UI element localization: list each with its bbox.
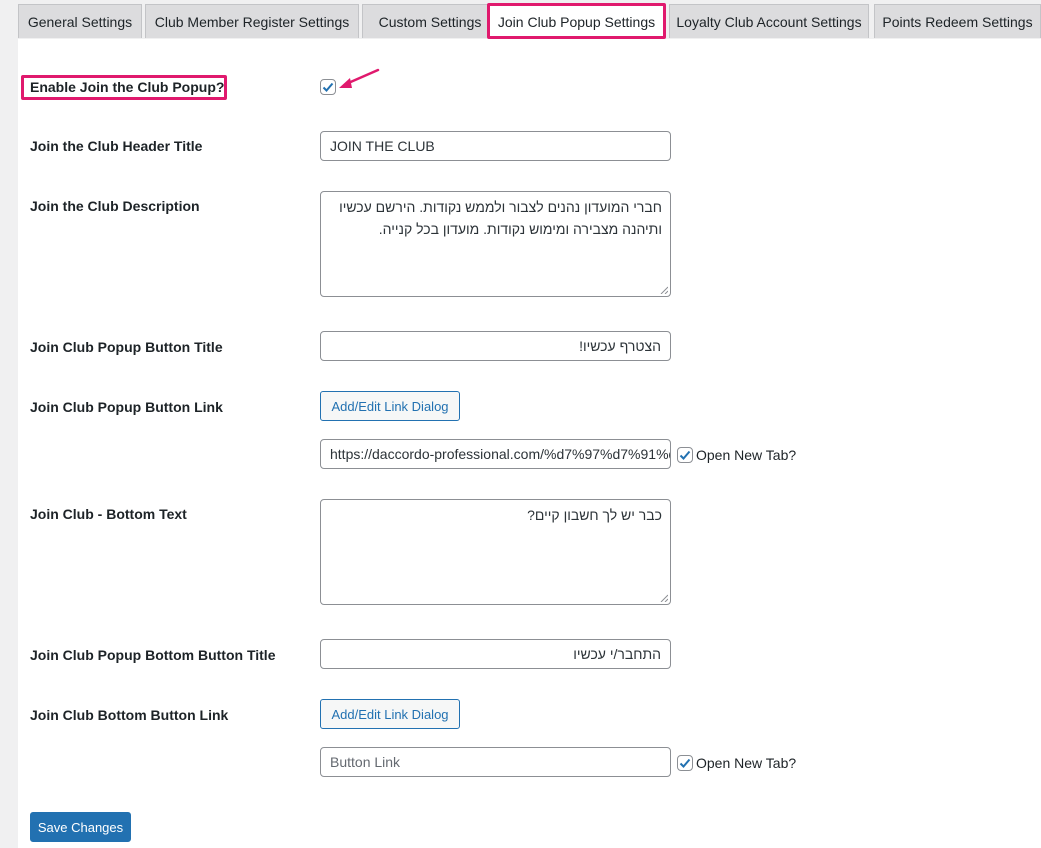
bottom-open-new-tab-checkbox[interactable]: [677, 755, 693, 771]
bottom-button-link-label: Join Club Bottom Button Link: [30, 707, 229, 723]
pointer-arrow-icon: [339, 68, 380, 88]
tab-points-redeem-settings[interactable]: Points Redeem Settings: [874, 4, 1041, 38]
header-title-label: Join the Club Header Title: [30, 138, 203, 154]
save-changes-button[interactable]: Save Changes: [30, 812, 131, 842]
tab-custom-settings[interactable]: Custom Settings: [362, 4, 498, 38]
description-textarea[interactable]: חברי המועדון נהנים לצבור ולממש נקודות. ה…: [320, 191, 671, 297]
description-text: חברי המועדון נהנים לצבור ולממש נקודות. ה…: [339, 199, 662, 237]
checkmark-icon: [322, 82, 334, 92]
enable-popup-checkbox[interactable]: [320, 79, 336, 95]
resize-handle-icon[interactable]: [660, 286, 668, 294]
popup-button-title-label: Join Club Popup Button Title: [30, 339, 223, 355]
tab-general-settings[interactable]: General Settings: [18, 4, 142, 38]
tab-join-club-popup-settings[interactable]: Join Club Popup Settings: [489, 4, 664, 39]
bottom-text-value: כבר יש לך חשבון קיים?: [527, 507, 662, 523]
bottom-open-new-tab[interactable]: Open New Tab?: [677, 755, 796, 771]
enable-popup-label: Enable Join the Club Popup?: [30, 79, 225, 95]
tab-loyalty-club-account-settings[interactable]: Loyalty Club Account Settings: [669, 4, 869, 38]
popup-button-link-label: Join Club Popup Button Link: [30, 399, 223, 415]
bottom-open-new-tab-label: Open New Tab?: [696, 755, 797, 771]
bottom-button-link-input[interactable]: Button Link: [320, 747, 671, 777]
popup-link-dialog-button[interactable]: Add/Edit Link Dialog: [320, 391, 460, 421]
bottom-text-textarea[interactable]: כבר יש לך חשבון קיים?: [320, 499, 671, 605]
bottom-button-title-label: Join Club Popup Bottom Button Title: [30, 647, 276, 663]
description-label: Join the Club Description: [30, 198, 200, 214]
checkmark-icon: [679, 450, 691, 460]
resize-handle-icon[interactable]: [660, 594, 668, 602]
popup-button-title-input[interactable]: הצטרף עכשיו!: [320, 331, 671, 361]
bottom-link-dialog-button[interactable]: Add/Edit Link Dialog: [320, 699, 460, 729]
popup-open-new-tab-checkbox[interactable]: [677, 447, 693, 463]
bottom-text-label: Join Club - Bottom Text: [30, 506, 187, 522]
settings-tabs: General Settings Club Member Register Se…: [18, 0, 1041, 40]
popup-open-new-tab[interactable]: Open New Tab?: [677, 447, 796, 463]
header-title-input[interactable]: JOIN THE CLUB: [320, 131, 671, 161]
bottom-button-title-input[interactable]: התחבר/י עכשיו: [320, 639, 671, 669]
popup-button-link-input[interactable]: https://daccordo-professional.com/%d7%97…: [320, 439, 671, 469]
tab-club-member-register-settings[interactable]: Club Member Register Settings: [145, 4, 359, 38]
checkmark-icon: [679, 758, 691, 768]
popup-open-new-tab-label: Open New Tab?: [696, 447, 797, 463]
